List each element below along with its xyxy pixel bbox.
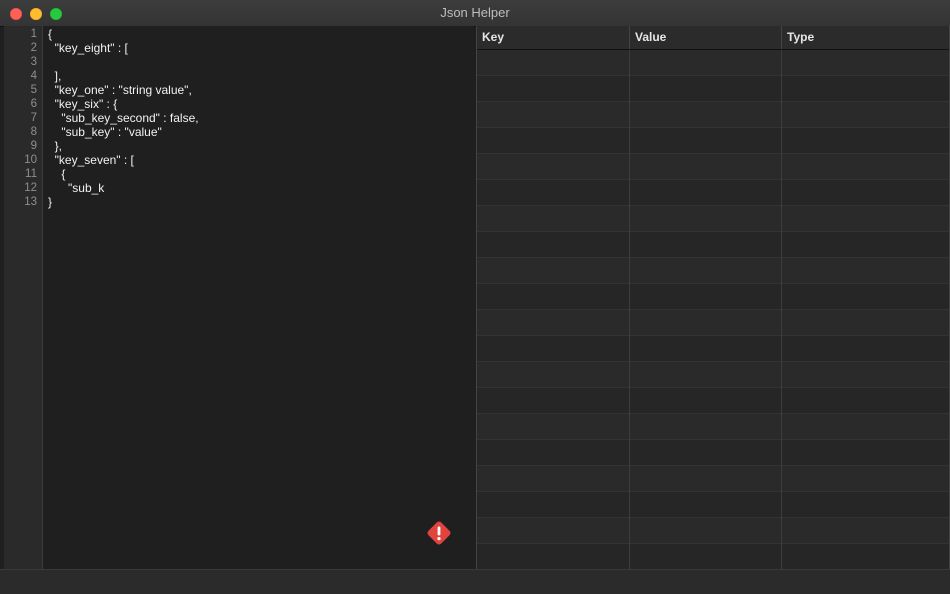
line-number: 9	[30, 140, 37, 152]
line-number: 4	[30, 70, 37, 82]
code-text-area[interactable]: { "key_eight" : [ ], "key_one" : "string…	[48, 26, 474, 569]
table-row[interactable]	[477, 50, 949, 76]
code-line: "key_six" : {	[48, 97, 118, 111]
code-line: "key_one" : "string value",	[48, 83, 192, 97]
code-line: "sub_key_second" : false,	[48, 111, 199, 125]
line-number: 5	[30, 84, 37, 96]
table-row[interactable]	[477, 414, 949, 440]
table-body[interactable]	[477, 50, 949, 569]
line-number-gutter: 1 2 3 4 5 6 7 8 9 10 11 12 13	[4, 26, 43, 569]
line-number: 2	[30, 42, 37, 54]
code-line: {	[48, 167, 66, 181]
line-number: 11	[25, 168, 37, 180]
code-line: "sub_k	[48, 181, 105, 195]
table-row[interactable]	[477, 76, 949, 102]
table-row[interactable]	[477, 232, 949, 258]
window-title: Json Helper	[440, 5, 510, 20]
line-number: 6	[30, 98, 37, 110]
table-row[interactable]	[477, 310, 949, 336]
column-divider[interactable]	[781, 50, 782, 569]
table-row[interactable]	[477, 518, 949, 544]
table-row[interactable]	[477, 466, 949, 492]
code-line: },	[48, 139, 63, 153]
column-divider[interactable]	[629, 50, 630, 569]
table-row[interactable]	[477, 128, 949, 154]
table-row[interactable]	[477, 258, 949, 284]
table-row[interactable]	[477, 102, 949, 128]
table-row[interactable]	[477, 154, 949, 180]
status-bar	[0, 569, 950, 594]
title-bar[interactable]: Json Helper	[0, 0, 950, 27]
line-number: 12	[24, 182, 37, 194]
line-number: 10	[24, 154, 37, 166]
table-row[interactable]	[477, 440, 949, 466]
table-header: Key Value Type	[477, 26, 949, 50]
json-table-view[interactable]: Key Value Type	[476, 26, 950, 569]
table-row[interactable]	[477, 388, 949, 414]
table-row[interactable]	[477, 336, 949, 362]
column-header-key[interactable]: Key	[477, 26, 629, 49]
table-row[interactable]	[477, 544, 949, 569]
exclamation-diamond-icon[interactable]	[425, 519, 453, 547]
line-number: 7	[30, 112, 37, 124]
table-row[interactable]	[477, 180, 949, 206]
code-line: }	[48, 195, 53, 209]
code-line: "key_seven" : [	[48, 153, 134, 167]
line-number: 3	[30, 56, 37, 68]
code-line: "sub_key" : "value"	[48, 125, 162, 139]
table-row[interactable]	[477, 206, 949, 232]
table-row[interactable]	[477, 284, 949, 310]
line-number: 13	[24, 196, 37, 208]
table-row[interactable]	[477, 492, 949, 518]
column-header-type[interactable]: Type	[781, 26, 949, 49]
table-row[interactable]	[477, 362, 949, 388]
code-line: ],	[48, 69, 62, 83]
code-line: "key_eight" : [	[48, 41, 128, 55]
line-number: 8	[30, 126, 37, 138]
app-window: Json Helper 1 2 3 4 5 6 7 8 9 10 11 12 1…	[0, 0, 950, 594]
line-number: 1	[30, 28, 37, 40]
column-header-value[interactable]: Value	[629, 26, 781, 49]
code-line: {	[48, 27, 53, 41]
json-editor[interactable]: 1 2 3 4 5 6 7 8 9 10 11 12 13 { "key_eig…	[4, 26, 474, 569]
